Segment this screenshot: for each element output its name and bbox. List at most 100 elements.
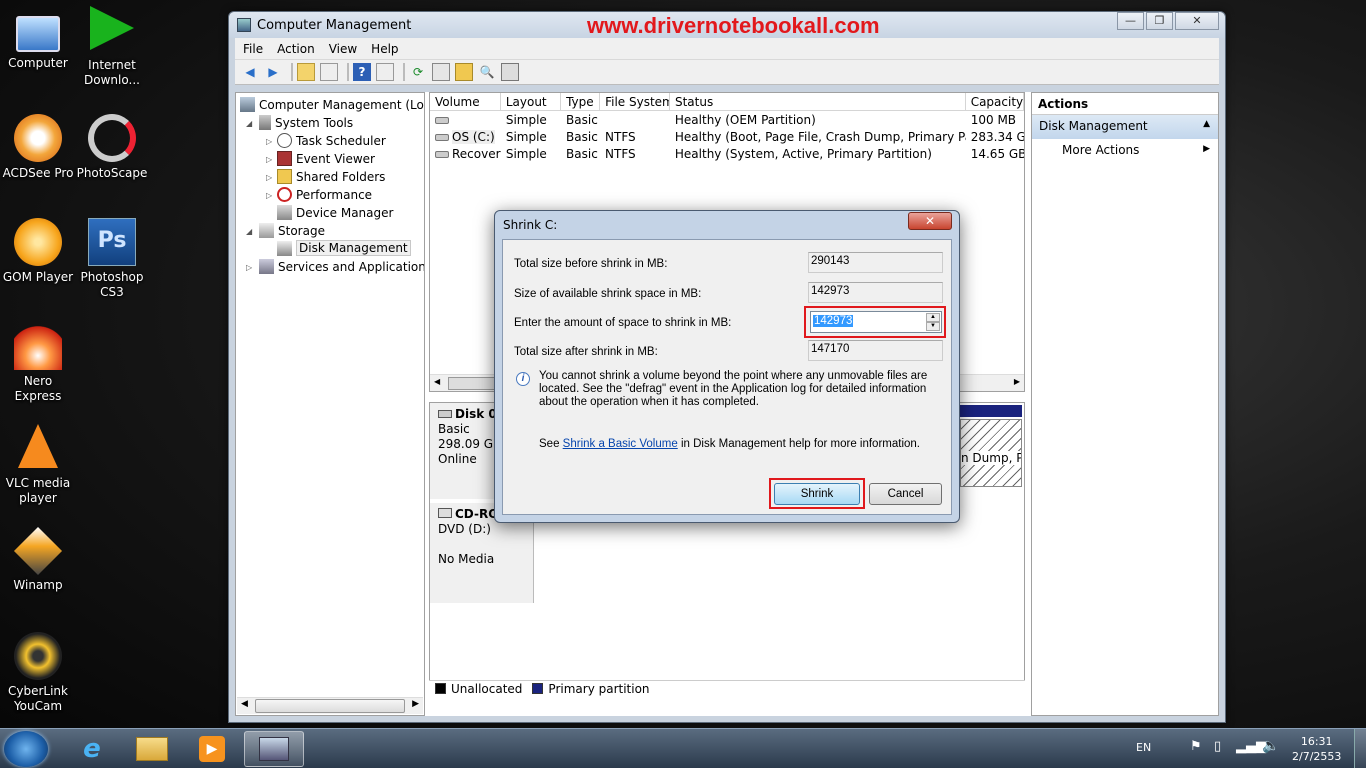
volume-icon[interactable]: 🔈: [1262, 738, 1279, 754]
shrink-amount-input[interactable]: 142973 ▲ ▼: [810, 311, 942, 333]
expand-arrow-icon[interactable]: ▷: [266, 191, 272, 200]
desktop-icon-gom-player[interactable]: GOM Player: [0, 218, 76, 285]
desktop-icon-winamp[interactable]: Winamp: [0, 526, 76, 593]
expand-arrow-icon[interactable]: ▷: [246, 263, 252, 272]
spin-down-icon[interactable]: ▼: [926, 322, 940, 331]
show-action-pane-icon[interactable]: [376, 63, 394, 81]
tree-item-services[interactable]: Services and Applications: [259, 259, 424, 274]
desktop-icon-label: ACDSee Pro: [2, 166, 74, 180]
dialog-close-button[interactable]: ✕: [908, 212, 952, 230]
table-row[interactable]: Simple Basic Healthy (OEM Partition) 100…: [430, 111, 1024, 128]
shrink-button[interactable]: Shrink: [774, 483, 860, 505]
table-row[interactable]: OS (C:) Simple Basic NTFS Healthy (Boot,…: [430, 128, 1024, 145]
dialog-title[interactable]: Shrink C:: [495, 211, 959, 239]
language-indicator[interactable]: EN: [1136, 741, 1151, 754]
menu-help[interactable]: Help: [371, 42, 398, 56]
settings-grid-icon[interactable]: [501, 63, 519, 81]
help-text: See Shrink a Basic Volume in Disk Manage…: [539, 438, 920, 450]
scroll-right-icon[interactable]: ▶: [1014, 377, 1020, 386]
shrink-basic-volume-link[interactable]: Shrink a Basic Volume: [563, 438, 678, 450]
open-folder-icon[interactable]: [455, 63, 473, 81]
scroll-left-icon[interactable]: ◀: [434, 377, 440, 386]
desktop-icon-vlc[interactable]: VLC media player: [0, 424, 76, 506]
clock[interactable]: 16:31 2/7/2553: [1292, 734, 1341, 764]
desktop-icon-photoscape[interactable]: PhotoScape: [74, 114, 150, 181]
desktop-icon-internet-download[interactable]: Internet Downlo...: [74, 6, 150, 88]
tree-item-disk-management[interactable]: Disk Management: [277, 240, 411, 256]
scrollbar-thumb[interactable]: [255, 699, 405, 713]
unallocated-swatch: [435, 683, 446, 694]
collapse-arrow-icon[interactable]: ◢: [246, 119, 252, 128]
tree-item-shared-folders[interactable]: Shared Folders: [277, 169, 385, 184]
desktop-icon-label: GOM Player: [2, 270, 74, 284]
minimize-button[interactable]: —: [1117, 12, 1144, 30]
menu-action[interactable]: Action: [277, 42, 315, 56]
hard-disk-icon: [438, 410, 452, 418]
tree-item-event-viewer[interactable]: Event Viewer: [277, 151, 375, 166]
size-after-label: Total size after shrink in MB:: [514, 346, 658, 358]
expand-arrow-icon[interactable]: ▷: [266, 137, 272, 146]
computer-management-icon: [240, 97, 255, 112]
column-volume[interactable]: Volume: [430, 93, 501, 110]
help-icon[interactable]: ?: [353, 63, 371, 81]
table-row[interactable]: Recovery Simple Basic NTFS Healthy (Syst…: [430, 145, 1024, 162]
expand-arrow-icon[interactable]: ▷: [266, 173, 272, 182]
desktop-icon-acdsee[interactable]: ACDSee Pro: [0, 114, 76, 181]
tree-item-root[interactable]: Computer Management (Local: [240, 97, 424, 112]
collapse-up-icon[interactable]: ▲: [1203, 119, 1210, 129]
expand-arrow-icon[interactable]: ▷: [266, 155, 272, 164]
toolbar: ◀ ▶ ? ⟳ 🔍: [235, 60, 1219, 85]
disk-management-icon: [277, 240, 292, 256]
properties-icon[interactable]: [432, 63, 450, 81]
up-folder-icon[interactable]: [297, 63, 315, 81]
taskbar-media-player[interactable]: ▶: [184, 731, 240, 767]
shared-folder-icon: [277, 169, 292, 184]
spin-up-icon[interactable]: ▲: [926, 313, 940, 322]
tree-item-performance[interactable]: Performance: [277, 187, 372, 202]
desktop-icon-computer[interactable]: Computer: [0, 10, 76, 71]
scroll-right-icon[interactable]: ▶: [412, 699, 419, 709]
forward-arrow-icon[interactable]: ▶: [264, 63, 282, 81]
column-layout[interactable]: Layout: [501, 93, 562, 110]
tree-item-device-manager[interactable]: Device Manager: [277, 205, 393, 220]
desktop-icon-nero[interactable]: Nero Express: [0, 322, 76, 404]
more-actions-item[interactable]: More Actions ▶: [1032, 139, 1218, 161]
tree-item-system-tools[interactable]: System Tools: [259, 115, 353, 130]
vlc-cone-icon: [18, 424, 58, 468]
start-button[interactable]: [4, 731, 48, 767]
storage-icon: [259, 223, 274, 238]
maximize-button[interactable]: ❐: [1146, 12, 1173, 30]
cancel-button[interactable]: Cancel: [869, 483, 942, 505]
column-capacity[interactable]: Capacity: [966, 93, 1024, 110]
scroll-left-icon[interactable]: ◀: [241, 699, 248, 709]
show-hide-tree-icon[interactable]: [320, 63, 338, 81]
collapse-arrow-icon[interactable]: ◢: [246, 227, 252, 236]
flag-icon[interactable]: ⚑: [1190, 739, 1202, 754]
show-desktop-button[interactable]: [1354, 729, 1366, 768]
actions-section-disk-management[interactable]: Disk Management ▲: [1032, 115, 1218, 139]
desktop-icon-photoshop[interactable]: Ps Photoshop CS3: [74, 218, 150, 300]
taskbar-windows-explorer[interactable]: [124, 731, 180, 767]
back-arrow-icon[interactable]: ◀: [241, 63, 259, 81]
tree-item-storage[interactable]: Storage: [259, 223, 325, 238]
battery-icon[interactable]: ▯: [1214, 739, 1221, 754]
window-titlebar[interactable]: Computer Management www.drivernotebookal…: [229, 12, 1225, 38]
partition-block[interactable]: n Dump, Pi: [960, 419, 1022, 487]
taskbar-internet-explorer[interactable]: e: [64, 731, 120, 767]
close-button[interactable]: ✕: [1175, 12, 1219, 30]
fs-cell: NTFS: [605, 146, 636, 161]
tree-horizontal-scrollbar[interactable]: ◀ ▶: [237, 697, 423, 714]
column-file-system[interactable]: File System: [600, 93, 670, 110]
refresh-icon[interactable]: ⟳: [409, 63, 427, 81]
desktop-icon-label: CyberLink YouCam: [8, 684, 68, 713]
taskbar-computer-management[interactable]: [244, 731, 304, 767]
menu-view[interactable]: View: [329, 42, 357, 56]
tree-item-task-scheduler[interactable]: Task Scheduler: [277, 133, 386, 148]
partition-status-text: n Dump, Pi: [961, 451, 1021, 465]
column-status[interactable]: Status: [670, 93, 966, 110]
search-icon[interactable]: 🔍: [478, 63, 496, 81]
column-type[interactable]: Type: [561, 93, 601, 110]
desktop-icon-youcam[interactable]: CyberLink YouCam: [0, 632, 76, 714]
menu-file[interactable]: File: [243, 42, 263, 56]
cdrom-drive: DVD (D:): [438, 522, 491, 536]
